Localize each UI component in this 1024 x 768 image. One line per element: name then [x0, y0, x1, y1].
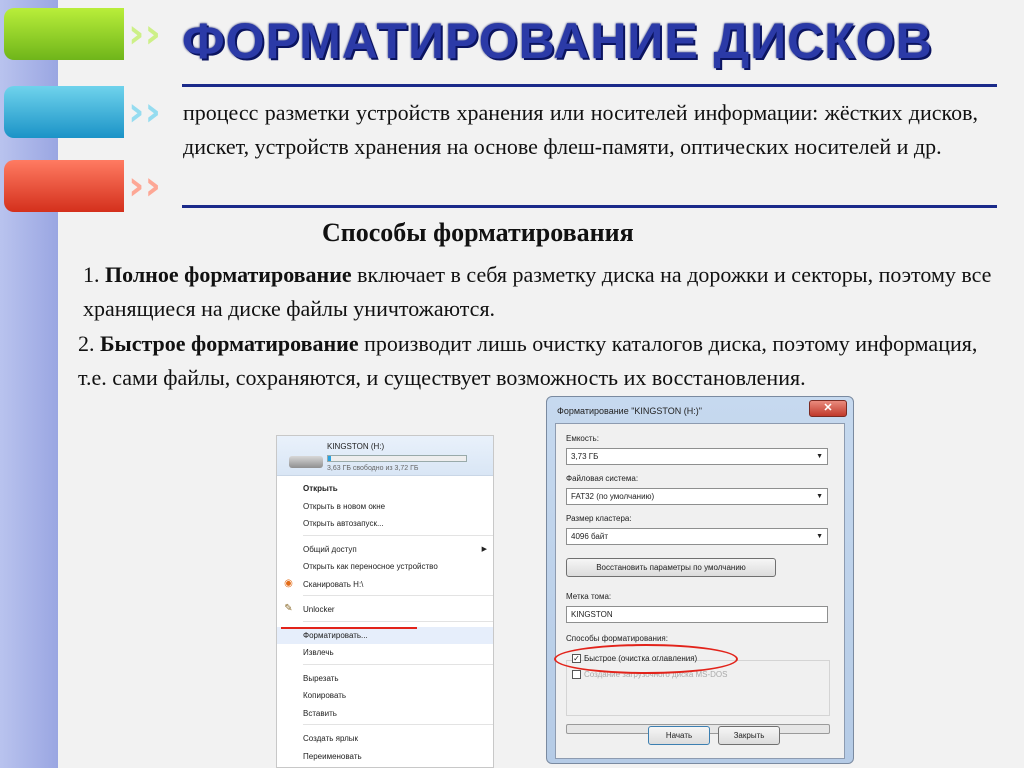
chevron-down-icon: ▼ — [816, 533, 823, 540]
menu-item-label: Форматировать... — [303, 630, 368, 640]
menu-item-label: Открыть в новом окне — [303, 501, 386, 511]
menu-item[interactable]: Открыть автозапуск... — [277, 515, 493, 533]
menu-item[interactable]: Копировать — [277, 687, 493, 705]
item-number: 1. — [83, 262, 100, 287]
chevron-icon: ›› — [128, 11, 161, 57]
chevron-down-icon: ▼ — [816, 493, 823, 500]
antivirus-icon: ◉ — [284, 577, 293, 589]
menu-item-label: Unlocker — [303, 605, 335, 614]
definition-divider — [182, 205, 997, 208]
unlocker-wand-icon: ✎ — [284, 603, 293, 614]
full-format-item: 1. Полное форматирование включает в себя… — [83, 258, 1003, 326]
drive-header: KINGSTON (H:) 3,63 ГБ свободно из 3,72 Г… — [277, 436, 493, 476]
start-button[interactable]: Начать — [648, 726, 710, 745]
item-term: Полное форматирование — [105, 262, 352, 287]
menu-item-label: Открыть — [303, 484, 338, 493]
menu-item-label: Сканировать H:\ — [303, 579, 364, 589]
menu-item-label: Вставить — [303, 708, 337, 718]
capacity-label: Емкость: — [566, 434, 599, 443]
menu-item[interactable]: Вырезать — [277, 670, 493, 688]
item-term: Быстрое форматирование — [100, 331, 359, 356]
drive-usage-bar — [327, 455, 467, 462]
filesystem-label: Файловая система: — [566, 474, 639, 483]
menu-item[interactable]: Открыть в новом окне — [277, 498, 493, 516]
menu-item[interactable]: Общий доступ ▶ — [277, 541, 493, 559]
menu-item-label: Общий доступ — [303, 544, 357, 554]
drive-usage-fill — [328, 456, 331, 461]
chevron-right-icon: ▶ — [481, 545, 487, 553]
format-underline-annotation — [281, 627, 417, 629]
drive-name: KINGSTON (H:) — [327, 442, 385, 451]
restore-defaults-button[interactable]: Восстановить параметры по умолчанию — [566, 558, 776, 577]
cluster-size-select[interactable]: 4096 байт ▼ — [566, 528, 828, 545]
section-subtitle: Способы форматирования — [322, 218, 634, 247]
menu-item-label: Извлечь — [303, 648, 334, 657]
menu-item-label: Создать ярлык — [303, 734, 359, 743]
menu-separator — [303, 663, 493, 668]
filesystem-select[interactable]: FAT32 (по умолчанию) ▼ — [566, 488, 828, 505]
menu-item[interactable]: Вставить — [277, 705, 493, 723]
menu-item[interactable]: ◉ Сканировать H:\ — [277, 576, 493, 594]
chevron-down-icon: ▼ — [816, 453, 823, 460]
volume-label-caption: Метка тома: — [566, 592, 612, 601]
menu-item[interactable]: Переименовать — [277, 748, 493, 766]
quick-format-item: 2. Быстрое форматирование производит лиш… — [78, 327, 978, 395]
title-divider — [182, 84, 997, 87]
menu-item[interactable]: Открыть — [277, 480, 493, 498]
menu-separator — [303, 724, 493, 728]
dialog-body: Емкость: 3,73 ГБ ▼ Файловая система: FAT3… — [555, 423, 845, 759]
context-menu-screenshot: KINGSTON (H:) 3,63 ГБ свободно из 3,72 Г… — [276, 435, 494, 768]
menu-item-label: Вырезать — [303, 673, 339, 683]
menu-separator — [303, 620, 493, 625]
menu-item-label: Открыть автозапуск... — [303, 519, 384, 528]
menu-item[interactable]: Извлечь — [277, 644, 493, 662]
volume-label-input[interactable]: KINGSTON — [566, 606, 828, 623]
item-number: 2. — [78, 331, 95, 356]
dialog-title: Форматирование "KINGSTON (H:)" — [557, 406, 702, 416]
format-methods-label: Способы форматирования: — [566, 634, 668, 643]
capacity-select[interactable]: 3,73 ГБ ▼ — [566, 448, 828, 465]
menu-item[interactable]: Форматировать... — [277, 626, 493, 644]
menu-item[interactable]: Создать ярлык — [277, 730, 493, 748]
close-button[interactable]: Закрыть — [718, 726, 780, 745]
menu-item-label: Переименовать — [303, 751, 362, 761]
menu-item-label: Копировать — [303, 691, 347, 700]
menu-separator — [303, 595, 493, 599]
menu-item-label: Открыть как переносное устройство — [303, 562, 438, 571]
close-icon[interactable]: ✕ — [809, 400, 847, 417]
slide-title: ФОРМАТИРОВАНИЕ ДИСКОВ — [182, 13, 933, 69]
usb-drive-icon — [289, 456, 323, 468]
menu-item[interactable]: ✎ Unlocker — [277, 601, 493, 619]
chevron-icon: ›› — [128, 163, 161, 209]
menu-item[interactable]: Открыть как переносное устройство — [277, 558, 493, 576]
drive-free-space: 3,63 ГБ свободно из 3,72 ГБ — [327, 465, 419, 472]
context-menu-list: Открыть Открыть в новом окне Открыть автоз… — [277, 476, 493, 767]
definition-text: процесс разметки устройств хранения или … — [183, 100, 978, 159]
quick-format-highlight-annotation — [554, 644, 738, 674]
cluster-size-label: Размер кластера: — [566, 514, 632, 523]
menu-separator — [303, 534, 493, 539]
format-dialog: Форматирование "KINGSTON (H:)" ✕ Емкость… — [546, 396, 854, 764]
chevron-icon: ›› — [128, 89, 161, 135]
